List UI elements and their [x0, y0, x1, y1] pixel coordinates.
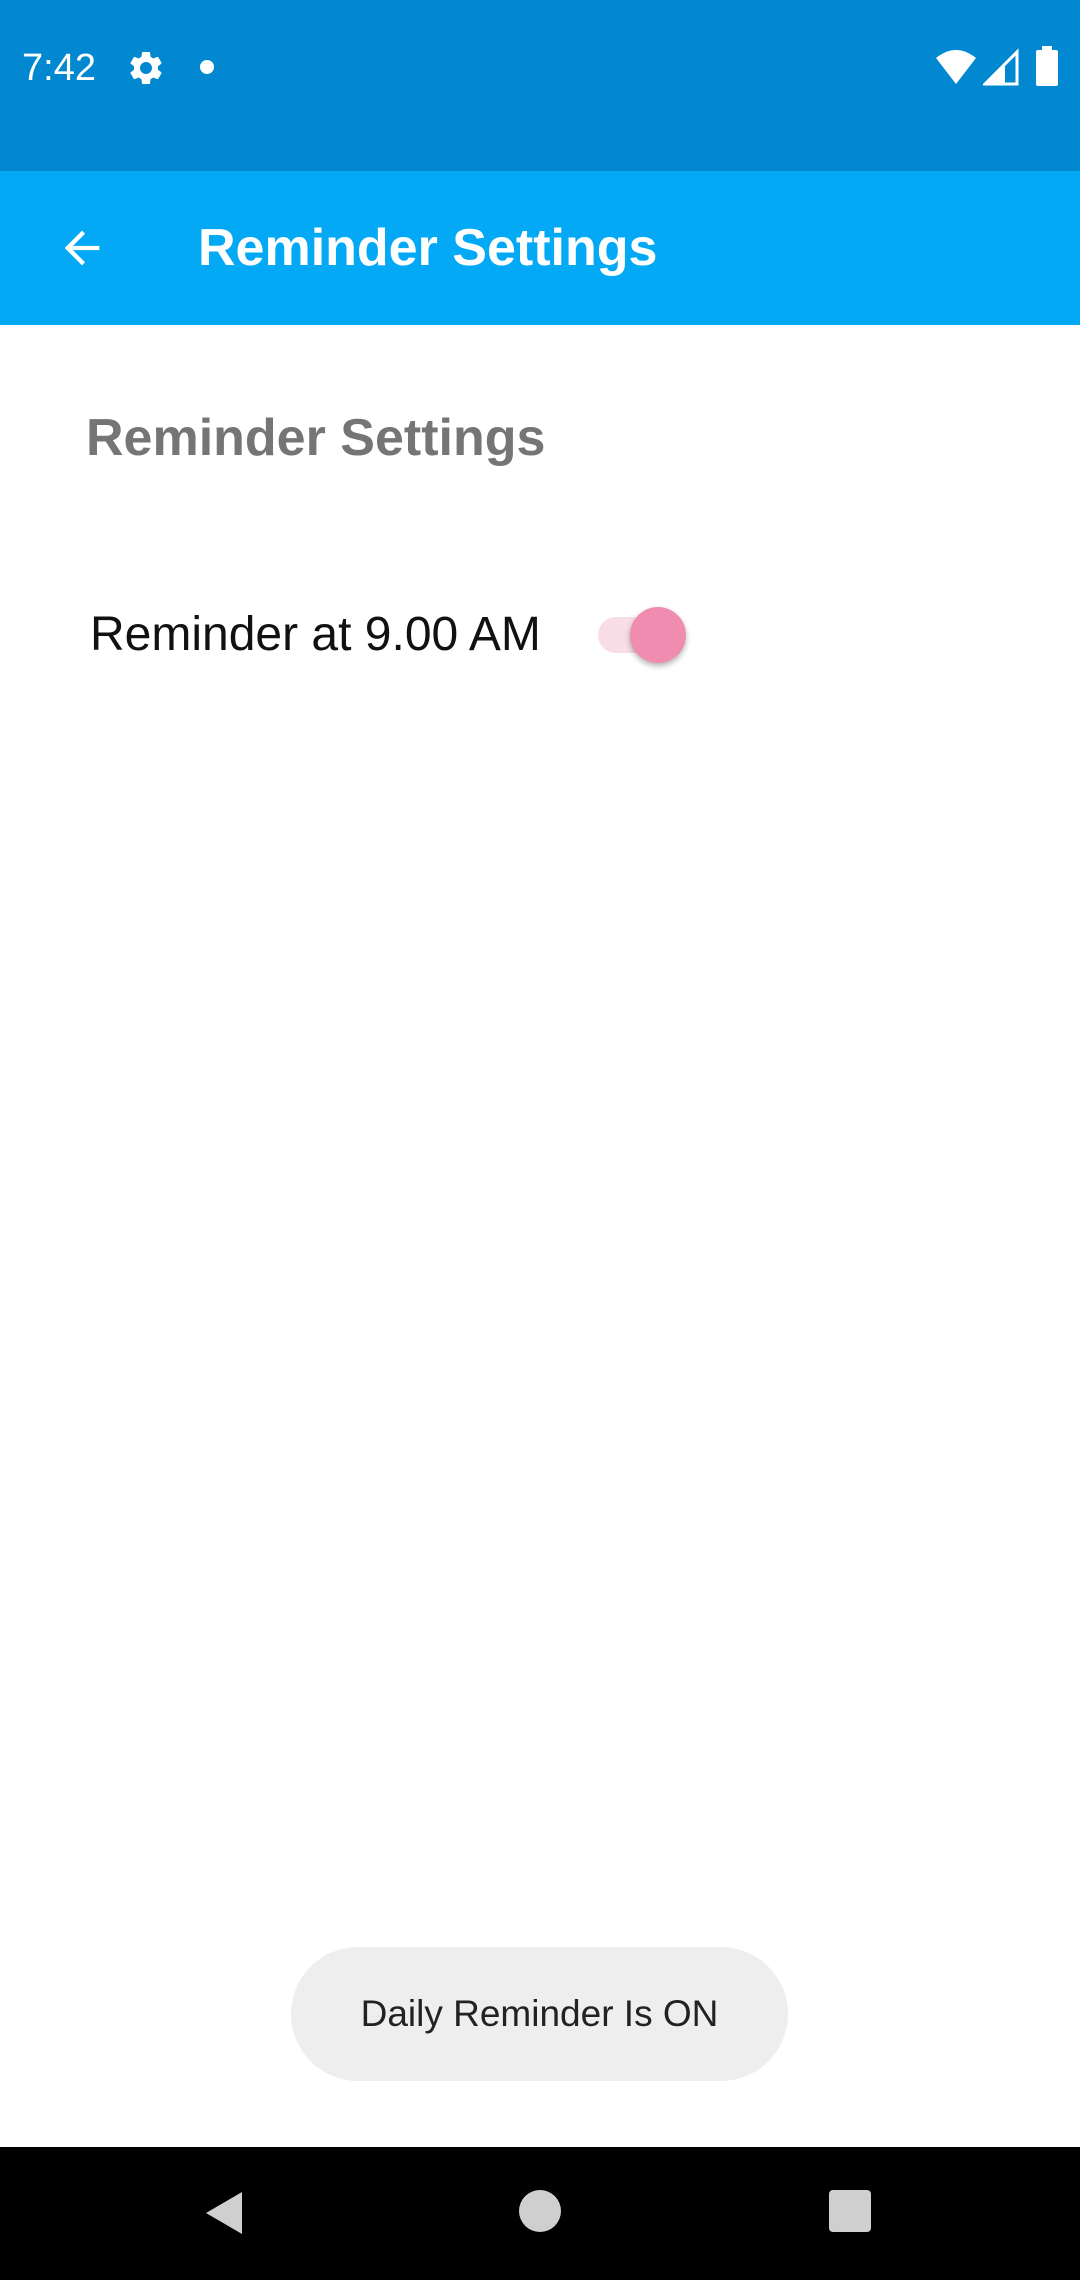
nav-recents-icon[interactable] [829, 2190, 871, 2232]
wifi-icon [936, 50, 976, 84]
reminder-label: Reminder at 9.00 AM [90, 608, 541, 661]
battery-icon [1036, 46, 1058, 86]
app-bar: Reminder Settings [0, 171, 1080, 325]
reminder-toggle-switch[interactable] [586, 600, 686, 670]
toast-message: Daily Reminder Is ON [291, 1947, 788, 2081]
status-bar: 7:42 [0, 0, 1080, 171]
nav-back-icon[interactable] [202, 2190, 248, 2236]
app-bar-title: Reminder Settings [198, 219, 658, 277]
notification-dot-icon [200, 60, 214, 74]
settings-icon [130, 51, 162, 84]
status-time: 7:42 [22, 47, 96, 89]
navigation-bar [0, 2147, 1080, 2280]
signal-icon [983, 48, 1019, 86]
reminder-setting-row[interactable]: Reminder at 9.00 AM [60, 580, 700, 690]
switch-thumb [630, 607, 686, 663]
nav-home-icon[interactable] [519, 2190, 561, 2232]
section-title: Reminder Settings [86, 409, 546, 467]
arrow-back-icon [64, 230, 100, 266]
back-button[interactable] [40, 206, 124, 290]
